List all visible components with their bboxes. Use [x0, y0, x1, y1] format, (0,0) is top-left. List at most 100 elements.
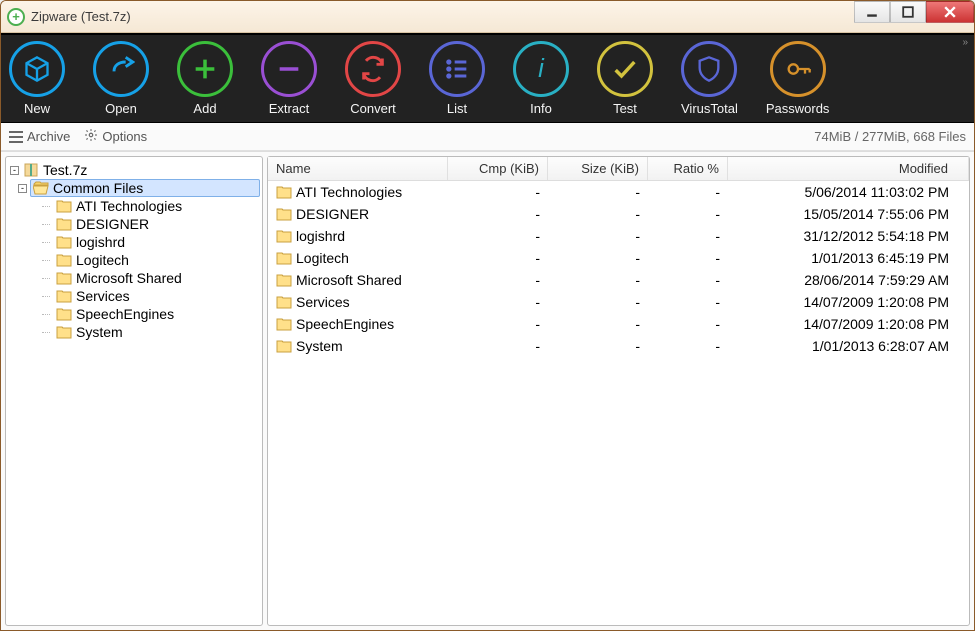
col-cmp[interactable]: Cmp (KiB)	[448, 157, 548, 180]
folder-icon	[276, 273, 292, 287]
passwords-button[interactable]: Passwords	[766, 41, 830, 116]
passwords-label: Passwords	[766, 101, 830, 116]
tree-item[interactable]: Microsoft Shared	[50, 269, 260, 287]
list-row[interactable]: SpeechEngines---14/07/2009 1:20:08 PM	[268, 313, 969, 335]
tree-root-label: Test.7z	[43, 162, 87, 178]
tree-item[interactable]: DESIGNER	[50, 215, 260, 233]
cell-ratio: -	[648, 316, 728, 332]
cell-ratio: -	[648, 294, 728, 310]
cube-icon	[9, 41, 65, 97]
col-cmp-label: Cmp (KiB)	[479, 161, 539, 176]
cell-ratio: -	[648, 206, 728, 222]
window-title: Zipware (Test.7z)	[31, 9, 131, 24]
tree-item-label: SpeechEngines	[76, 306, 174, 322]
extract-label: Extract	[269, 101, 309, 116]
options-menu-label: Options	[102, 129, 147, 144]
minus-icon	[261, 41, 317, 97]
extract-button[interactable]: Extract	[261, 41, 317, 116]
cell-cmp: -	[448, 272, 548, 288]
list-button[interactable]: List	[429, 41, 485, 116]
list-row[interactable]: DESIGNER---15/05/2014 7:55:06 PM	[268, 203, 969, 225]
folder-icon	[56, 307, 72, 321]
cell-ratio: -	[648, 228, 728, 244]
tree-root[interactable]: - Test.7z	[8, 161, 260, 179]
col-ratio[interactable]: Ratio %	[648, 157, 728, 180]
tree-item[interactable]: SpeechEngines	[50, 305, 260, 323]
tree-item-label: System	[76, 324, 123, 340]
convert-label: Convert	[350, 101, 396, 116]
add-button[interactable]: Add	[177, 41, 233, 116]
test-button[interactable]: Test	[597, 41, 653, 116]
list-row[interactable]: Services---14/07/2009 1:20:08 PM	[268, 291, 969, 313]
cell-cmp: -	[448, 250, 548, 266]
list-row[interactable]: Logitech---1/01/2013 6:45:19 PM	[268, 247, 969, 269]
cell-ratio: -	[648, 338, 728, 354]
tree-item[interactable]: Logitech	[50, 251, 260, 269]
col-name[interactable]: Name	[268, 157, 448, 180]
col-modified[interactable]: Modified	[728, 157, 969, 180]
list-label: List	[447, 101, 467, 116]
folder-open-icon	[33, 181, 49, 195]
open-button[interactable]: Open	[93, 41, 149, 116]
list-row[interactable]: logishrd---31/12/2012 5:54:18 PM	[268, 225, 969, 247]
list-row[interactable]: ATI Technologies---5/06/2014 11:03:02 PM	[268, 181, 969, 203]
virustotal-button[interactable]: VirusTotal	[681, 41, 738, 116]
cell-cmp: -	[448, 184, 548, 200]
tree-item[interactable]: ATI Technologies	[50, 197, 260, 215]
cell-name: DESIGNER	[268, 206, 448, 222]
add-label: Add	[193, 101, 216, 116]
close-button[interactable]	[926, 1, 974, 23]
list-icon	[429, 41, 485, 97]
col-modified-label: Modified	[899, 161, 948, 176]
tree-item-label: Microsoft Shared	[76, 270, 182, 286]
archive-menu-label: Archive	[27, 129, 70, 144]
tree-item-common-files[interactable]: - Common Files	[30, 179, 260, 197]
cell-name: Microsoft Shared	[268, 272, 448, 288]
app-window: + Zipware (Test.7z) New Open Add	[0, 0, 975, 631]
list-panel: Name Cmp (KiB) Size (KiB) Ratio % Modifi…	[267, 156, 970, 626]
convert-button[interactable]: Convert	[345, 41, 401, 116]
window-controls	[854, 1, 974, 23]
shield-icon	[681, 41, 737, 97]
cell-modified: 1/01/2013 6:28:07 AM	[728, 338, 969, 354]
expand-icon[interactable]: -	[18, 184, 27, 193]
cell-size: -	[548, 316, 648, 332]
list-row[interactable]: Microsoft Shared---28/06/2014 7:59:29 AM	[268, 269, 969, 291]
cell-modified: 15/05/2014 7:55:06 PM	[728, 206, 969, 222]
tree-item[interactable]: Services	[50, 287, 260, 305]
tree-item-label: Logitech	[76, 252, 129, 268]
cell-cmp: -	[448, 294, 548, 310]
new-button[interactable]: New	[9, 41, 65, 116]
tree-panel[interactable]: - Test.7z - Common Files ATI Technologie…	[5, 156, 263, 626]
maximize-button[interactable]	[890, 1, 926, 23]
tree-item[interactable]: System	[50, 323, 260, 341]
cell-size: -	[548, 272, 648, 288]
folder-icon	[56, 235, 72, 249]
folder-icon	[276, 295, 292, 309]
options-menu[interactable]: Options	[84, 128, 147, 145]
cell-cmp: -	[448, 228, 548, 244]
col-size[interactable]: Size (KiB)	[548, 157, 648, 180]
cell-name: SpeechEngines	[268, 316, 448, 332]
hamburger-icon	[9, 131, 23, 143]
cell-modified: 14/07/2009 1:20:08 PM	[728, 294, 969, 310]
svg-text:i: i	[538, 55, 545, 83]
list-body[interactable]: ATI Technologies---5/06/2014 11:03:02 PM…	[268, 181, 969, 357]
info-button[interactable]: i Info	[513, 41, 569, 116]
status-text: 74MiB / 277MiB, 668 Files	[814, 129, 966, 144]
archive-menu[interactable]: Archive	[9, 129, 70, 144]
virustotal-label: VirusTotal	[681, 101, 738, 116]
folder-icon	[276, 317, 292, 331]
toolbar: New Open Add Extract Convert	[1, 33, 974, 123]
expand-icon[interactable]: -	[10, 166, 19, 175]
cell-modified: 31/12/2012 5:54:18 PM	[728, 228, 969, 244]
list-row[interactable]: System---1/01/2013 6:28:07 AM	[268, 335, 969, 357]
cell-ratio: -	[648, 250, 728, 266]
cell-modified: 28/06/2014 7:59:29 AM	[728, 272, 969, 288]
folder-icon	[276, 339, 292, 353]
minimize-button[interactable]	[854, 1, 890, 23]
list-header: Name Cmp (KiB) Size (KiB) Ratio % Modifi…	[268, 157, 969, 181]
cell-size: -	[548, 206, 648, 222]
cell-ratio: -	[648, 184, 728, 200]
tree-item[interactable]: logishrd	[50, 233, 260, 251]
